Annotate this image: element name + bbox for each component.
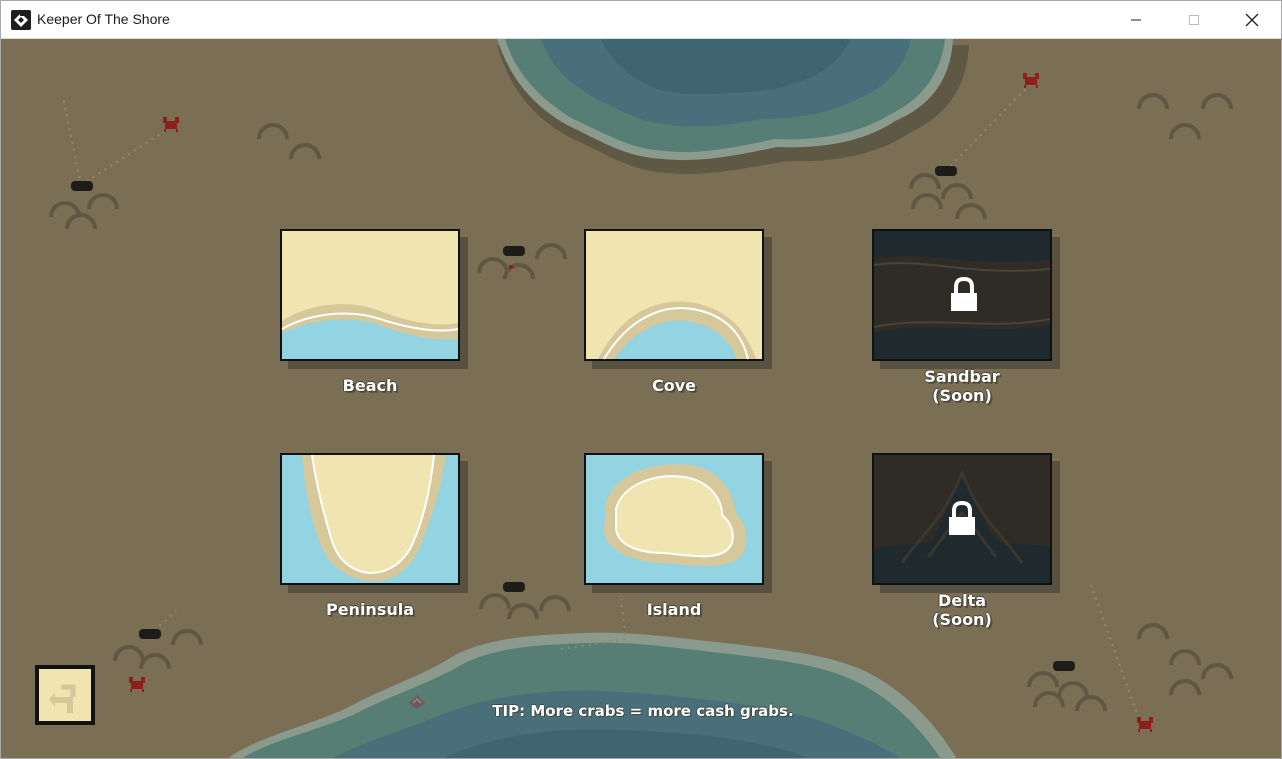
- background-scenery: [1, 39, 1281, 758]
- lock-icon: [949, 501, 975, 535]
- level-card-peninsula[interactable]: [280, 453, 468, 593]
- close-button[interactable]: [1223, 1, 1281, 38]
- title-bar[interactable]: Keeper Of The Shore: [1, 1, 1281, 39]
- level-card-sandbar[interactable]: [872, 229, 1060, 369]
- level-label-island: Island: [646, 600, 702, 619]
- game-window: Keeper Of The Shore Beach Cove Sandbar (…: [0, 0, 1282, 759]
- back-button[interactable]: [33, 663, 97, 727]
- level-card-island[interactable]: [584, 453, 772, 593]
- level-select-screen: Beach Cove Sandbar (Soon) Peninsula Isla…: [1, 39, 1281, 758]
- back-arrow-icon: [35, 665, 95, 725]
- island-map-thumbnail: [584, 453, 772, 593]
- level-label-delta: Delta (Soon): [932, 591, 992, 629]
- minimize-button[interactable]: [1107, 1, 1165, 38]
- level-label-sandbar: Sandbar (Soon): [924, 367, 1000, 405]
- tip-text: TIP: More crabs = more cash grabs.: [492, 702, 794, 720]
- close-icon: [1245, 13, 1259, 26]
- beach-map-thumbnail: [280, 229, 468, 369]
- lock-icon: [951, 277, 977, 311]
- level-label-cove: Cove: [651, 376, 696, 395]
- maximize-button[interactable]: [1165, 1, 1223, 38]
- level-card-cove[interactable]: [584, 229, 772, 369]
- maximize-icon: [1189, 14, 1199, 25]
- level-label-peninsula: Peninsula: [325, 600, 415, 619]
- peninsula-map-thumbnail: [280, 453, 468, 593]
- app-icon: [11, 10, 31, 30]
- level-label-beach: Beach: [342, 376, 398, 395]
- minimize-icon: [1131, 19, 1141, 20]
- level-card-beach[interactable]: [280, 229, 468, 369]
- cove-map-thumbnail: [584, 229, 772, 369]
- level-card-delta[interactable]: [872, 453, 1060, 593]
- window-title: Keeper Of The Shore: [37, 11, 170, 27]
